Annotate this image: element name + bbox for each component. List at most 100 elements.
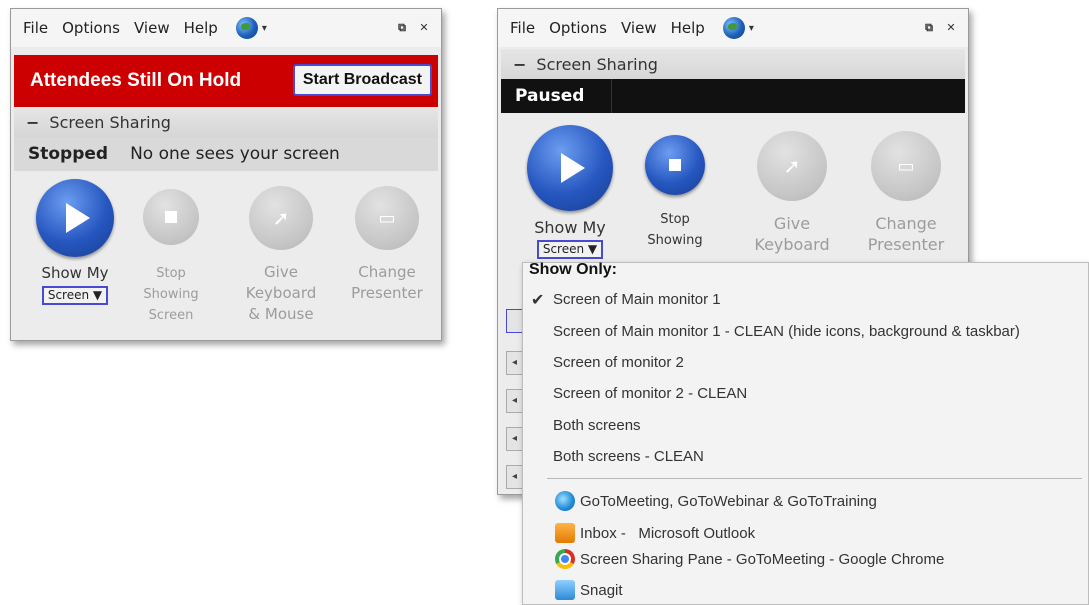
change-presenter-button[interactable]: ▭ [871,131,941,201]
stop-label-line: Showing [647,233,703,248]
screen-select[interactable]: Screen ▼ [41,286,109,305]
window-controls: ⧉ ✕ [393,19,433,37]
stop-label: Stop Showing Screen [129,263,213,326]
change-presenter-label: Change Presenter [339,262,435,304]
stop-label: Stop Showing [632,209,718,251]
show-only-dropdown: Show Only: ✔ Screen of Main monitor 1 Sc… [522,261,1089,605]
collapsed-section-toggle[interactable]: ◂ [506,427,522,451]
change-presenter-control: ▭ Change Presenter [856,131,956,255]
stop-button[interactable] [143,189,199,245]
snagit-icon [555,580,575,600]
change-label-line: Change [875,214,937,233]
menu-help[interactable]: Help [671,19,705,37]
menu-help[interactable]: Help [184,19,218,37]
stop-label-line: Screen [148,308,194,323]
collapse-icon[interactable]: − [513,55,526,74]
show-my-label: Show My [41,264,109,282]
hidden-button-edge[interactable] [506,309,522,333]
menu-option-both-screens[interactable]: Both screens [553,417,641,434]
screen-select[interactable]: Screen ▼ [536,240,604,259]
menu-separator [547,478,1082,479]
chevron-down-icon[interactable]: ▾ [749,23,754,34]
stop-label-line: Stop [156,266,186,281]
menu-option-app-outlook[interactable]: Inbox - Microsoft Outlook [555,523,755,543]
change-presenter-button[interactable]: ▭ [355,186,419,250]
give-keyboard-control: ➚ Give Keyboard [742,131,842,255]
monitor-icon: ▭ [378,207,396,229]
cursor-icon: ➚ [783,154,801,178]
status-detail: No one sees your screen [130,144,340,164]
stop-showing-control: Stop Showing Screen [129,189,213,326]
chevron-down-icon[interactable]: ▾ [262,23,267,34]
app-label: Inbox - Microsoft Outlook [580,524,756,542]
menu-bar: File Options View Help ▾ ⧉ ✕ [11,9,441,47]
give-label-line: Keyboard [245,284,317,302]
give-label-line: Keyboard [754,235,830,254]
stop-showing-control: Stop Showing [632,135,718,251]
chrome-icon [555,549,575,569]
play-button[interactable] [527,125,613,211]
restore-icon[interactable]: ⧉ [393,19,411,37]
app-label: Screen Sharing Pane - GoToMeeting - Goog… [580,550,945,568]
window-controls: ⧉ ✕ [920,19,960,37]
play-button[interactable] [36,179,114,257]
menu-options[interactable]: Options [549,19,607,37]
play-icon [66,203,90,233]
status-bar: Stopped No one sees your screen [14,137,438,171]
give-keyboard-button[interactable]: ➚ [249,186,313,250]
app-label: Snagit [580,581,623,599]
checkmark-icon: ✔ [531,292,545,309]
menu-option-both-screens-clean[interactable]: Both screens - CLEAN [553,448,704,465]
globe-icon[interactable] [722,17,745,39]
outlook-icon [555,523,575,543]
restore-icon[interactable]: ⧉ [920,19,938,37]
status-divider [611,79,612,113]
give-keyboard-control: ➚ Give Keyboard & Mouse [231,186,331,325]
close-icon[interactable]: ✕ [942,19,960,37]
collapse-icon[interactable]: − [26,113,39,132]
menu-file[interactable]: File [510,19,535,37]
show-my-screen-control: Show My Screen ▼ [524,125,616,259]
status-label: Paused [515,86,585,106]
menu-option-monitor-2-clean[interactable]: Screen of monitor 2 - CLEAN [553,385,747,402]
menu-bar: File Options View Help ▾ ⧉ ✕ [498,9,968,47]
change-label-line: Presenter [867,235,945,254]
give-keyboard-button[interactable]: ➚ [757,131,827,201]
change-label-line: Change [358,263,416,281]
menu-option-monitor-2[interactable]: Screen of monitor 2 [553,354,684,371]
stop-label-line: Stop [660,212,690,227]
show-my-label: Show My [534,218,606,237]
section-header-screen-sharing[interactable]: − Screen Sharing [501,49,965,79]
menu-option-main-monitor-1[interactable]: ✔ Screen of Main monitor 1 [531,291,721,309]
dropdown-title: Show Only: [529,261,617,278]
close-icon[interactable]: ✕ [415,19,433,37]
menu-option-app-gotomeeting[interactable]: GoToMeeting, GoToWebinar & GoToTraining [555,491,877,511]
section-title: Screen Sharing [536,54,658,74]
cursor-icon: ➚ [272,206,290,230]
screen-sharing-window-stopped: File Options View Help ▾ ⧉ ✕ Attendees S… [10,8,442,341]
stop-button[interactable] [645,135,705,195]
option-label: Screen of Main monitor 1 [553,291,721,308]
menu-option-main-monitor-1-clean[interactable]: Screen of Main monitor 1 - CLEAN (hide i… [553,323,1020,340]
section-header-screen-sharing[interactable]: − Screen Sharing [14,107,438,137]
collapsed-section-toggle[interactable]: ◂ [506,389,522,413]
menu-option-app-chrome[interactable]: Screen Sharing Pane - GoToMeeting - Goog… [555,549,944,569]
globe-icon[interactable] [235,17,258,39]
collapsed-section-toggle[interactable]: ◂ [506,351,522,375]
menu-options[interactable]: Options [62,19,120,37]
alert-text: Attendees Still On Hold [30,70,242,91]
change-label-line: Presenter [351,284,423,302]
start-broadcast-button[interactable]: Start Broadcast [292,64,432,96]
give-label-line: Give [264,263,298,281]
collapsed-section-toggle[interactable]: ◂ [506,465,522,489]
give-label-line: & Mouse [248,305,314,323]
menu-view[interactable]: View [134,19,170,37]
menu-file[interactable]: File [23,19,48,37]
show-my-screen-control: Show My Screen ▼ [33,179,117,305]
gotomeeting-icon [555,491,575,511]
menu-view[interactable]: View [621,19,657,37]
menu-option-app-snagit[interactable]: Snagit [555,580,623,600]
stop-label-line: Showing [143,287,199,302]
change-presenter-label: Change Presenter [856,213,956,255]
status-bar: Paused [501,79,965,113]
